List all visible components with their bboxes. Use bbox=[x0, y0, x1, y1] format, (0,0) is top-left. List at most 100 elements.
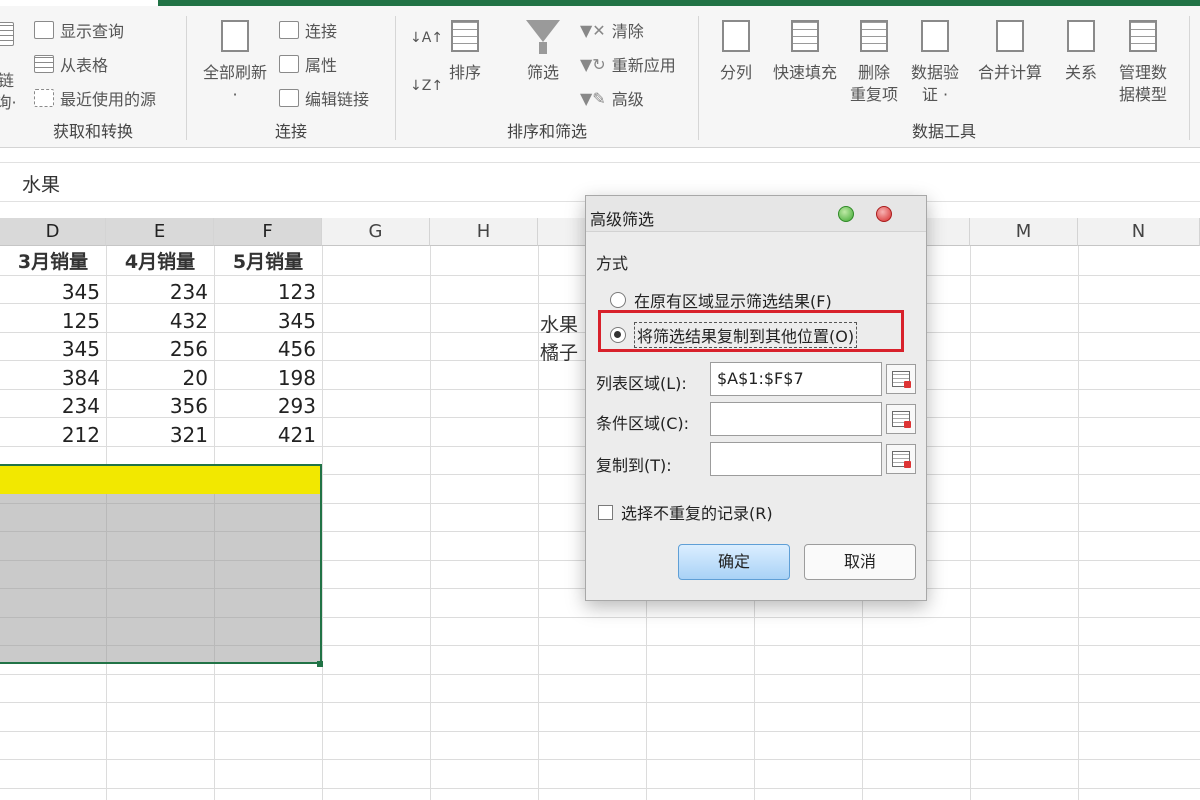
data-cell[interactable]: 456 bbox=[214, 335, 322, 363]
text-to-columns-button[interactable]: 分列 bbox=[705, 16, 767, 84]
properties-button[interactable]: 属性 bbox=[279, 52, 337, 76]
data-validation-label-line1: 数据验 bbox=[910, 63, 959, 82]
filter-button[interactable]: 筛选 bbox=[518, 16, 568, 84]
cell-fruit-label[interactable]: 水果 bbox=[540, 310, 578, 337]
data-cell[interactable]: 234 bbox=[0, 392, 106, 420]
from-table-button[interactable]: 从表格 bbox=[34, 52, 108, 76]
column-header[interactable]: H bbox=[430, 218, 538, 246]
column-header[interactable]: N bbox=[1078, 218, 1200, 246]
criteria-range-picker-button[interactable] bbox=[886, 404, 916, 434]
range-picker-icon bbox=[892, 411, 911, 428]
reapply-icon: ▼↻ bbox=[580, 54, 606, 74]
close-icon[interactable] bbox=[876, 206, 892, 222]
data-cell[interactable]: 345 bbox=[0, 278, 106, 306]
range-picker-icon bbox=[892, 371, 911, 388]
relationships-icon bbox=[1061, 16, 1101, 56]
consolidate-button[interactable]: 合并计算 bbox=[969, 16, 1051, 84]
dialog-title-bar[interactable]: 高级筛选 bbox=[586, 196, 926, 232]
data-cell[interactable]: 293 bbox=[214, 392, 322, 420]
header-cell[interactable]: 3月销量 bbox=[0, 248, 106, 276]
text-to-columns-icon bbox=[716, 16, 756, 56]
data-cell[interactable]: 234 bbox=[106, 278, 214, 306]
column-gridline bbox=[970, 246, 971, 800]
formula-bar-value[interactable]: 水果 bbox=[22, 170, 60, 197]
text-to-columns-label: 分列 bbox=[719, 63, 752, 82]
list-range-picker-button[interactable] bbox=[886, 364, 916, 394]
column-header[interactable]: D bbox=[0, 218, 106, 246]
dialog-title: 高级筛选 bbox=[590, 210, 655, 229]
data-cell[interactable]: 198 bbox=[214, 364, 322, 392]
sort-button[interactable]: 排序 bbox=[442, 16, 488, 84]
filter-label: 筛选 bbox=[526, 63, 559, 82]
refresh-all-button[interactable]: 全部刷新 · bbox=[195, 16, 275, 106]
copy-to-input[interactable] bbox=[710, 442, 882, 476]
column-header[interactable]: F bbox=[214, 218, 322, 246]
checkbox-square[interactable] bbox=[598, 504, 613, 520]
advanced-filter-button[interactable]: ▼✎ 高级 bbox=[580, 86, 644, 110]
unique-records-checkbox[interactable]: 选择不重复的记录(R) bbox=[598, 500, 773, 524]
minimize-icon[interactable] bbox=[838, 206, 854, 222]
new-query-button[interactable]: 链 询· bbox=[0, 22, 18, 114]
funnel-icon bbox=[523, 16, 563, 56]
edit-links-button[interactable]: 编辑链接 bbox=[279, 86, 369, 110]
relationships-button[interactable]: 关系 bbox=[1055, 16, 1107, 84]
query-icon bbox=[0, 22, 14, 46]
data-cell[interactable]: 421 bbox=[214, 421, 322, 449]
data-cell[interactable]: 212 bbox=[0, 421, 106, 449]
data-cell[interactable]: 345 bbox=[0, 335, 106, 363]
radio-circle[interactable] bbox=[610, 292, 626, 308]
recent-sources-button[interactable]: 最近使用的源 bbox=[34, 86, 156, 110]
data-cell[interactable]: 384 bbox=[0, 364, 106, 392]
data-cell[interactable]: 256 bbox=[106, 335, 214, 363]
cancel-button[interactable]: 取消 bbox=[804, 544, 916, 580]
flash-fill-icon bbox=[785, 16, 825, 56]
data-cell[interactable]: 345 bbox=[214, 307, 322, 335]
cell-orange-label[interactable]: 橘子 bbox=[540, 338, 578, 365]
data-cell[interactable]: 123 bbox=[214, 278, 322, 306]
radio-filter-in-place[interactable]: 在原有区域显示筛选结果(F) bbox=[610, 288, 832, 312]
copy-to-picker-button[interactable] bbox=[886, 444, 916, 474]
column-header[interactable]: G bbox=[322, 218, 430, 246]
sort-ascending-button[interactable]: ↓A↑ bbox=[410, 30, 443, 46]
data-cell[interactable]: 432 bbox=[106, 307, 214, 335]
header-cell[interactable]: 4月销量 bbox=[106, 248, 214, 276]
data-cell[interactable]: 125 bbox=[0, 307, 106, 335]
column-header[interactable]: M bbox=[970, 218, 1078, 246]
data-cell[interactable]: 356 bbox=[106, 392, 214, 420]
data-cell[interactable]: 20 bbox=[106, 364, 214, 392]
group-data-tools: 分列 快速填充 删除 重复项 数据验 证 · 合并计算 关系 管理数 据模型 数… bbox=[699, 6, 1189, 148]
refresh-all-dropdown[interactable]: · bbox=[232, 84, 237, 106]
selected-range[interactable] bbox=[0, 464, 322, 664]
row-gridline bbox=[0, 731, 1200, 732]
list-range-label: 列表区域(L): bbox=[596, 374, 687, 393]
sort-descending-button[interactable]: ↓Z↑ bbox=[410, 78, 443, 94]
advanced-filter-dialog: 高级筛选 方式 在原有区域显示筛选结果(F) 将筛选结果复制到其他位置(O) 列… bbox=[585, 195, 927, 601]
reapply-button[interactable]: ▼↻ 重新应用 bbox=[580, 52, 676, 76]
header-cell[interactable]: 5月销量 bbox=[214, 248, 322, 276]
column-gridline bbox=[430, 246, 431, 800]
row-gridline bbox=[0, 702, 1200, 703]
clear-filter-button[interactable]: ▼✕ 清除 bbox=[580, 18, 644, 42]
advanced-filter-icon: ▼✎ bbox=[580, 88, 606, 108]
column-header[interactable]: E bbox=[106, 218, 214, 246]
fill-handle[interactable] bbox=[317, 661, 323, 667]
show-queries-button[interactable]: 显示查询 bbox=[34, 18, 124, 42]
data-cell[interactable]: 321 bbox=[106, 421, 214, 449]
manage-data-model-label-line1: 管理数 bbox=[1118, 63, 1167, 82]
data-validation-button[interactable]: 数据验 证 · bbox=[905, 16, 965, 106]
flash-fill-button[interactable]: 快速填充 bbox=[767, 16, 843, 84]
group-connections: 全部刷新 · 连接 属性 编辑链接 连接 bbox=[187, 6, 395, 148]
list-range-input[interactable]: $A$1:$F$7 bbox=[710, 362, 882, 396]
ribbon-separator bbox=[1189, 16, 1190, 140]
reapply-label: 重新应用 bbox=[611, 56, 676, 75]
refresh-icon bbox=[215, 16, 255, 56]
remove-duplicates-button[interactable]: 删除 重复项 bbox=[845, 16, 903, 106]
new-query-label-line2: 询· bbox=[0, 93, 17, 112]
advanced-filter-label: 高级 bbox=[611, 90, 644, 109]
new-query-label-line1: 链 bbox=[0, 71, 14, 90]
manage-data-model-button[interactable]: 管理数 据模型 bbox=[1111, 16, 1175, 106]
ok-button[interactable]: 确定 bbox=[678, 544, 790, 580]
connections-button[interactable]: 连接 bbox=[279, 18, 337, 42]
criteria-range-input[interactable] bbox=[710, 402, 882, 436]
consolidate-icon bbox=[990, 16, 1030, 56]
